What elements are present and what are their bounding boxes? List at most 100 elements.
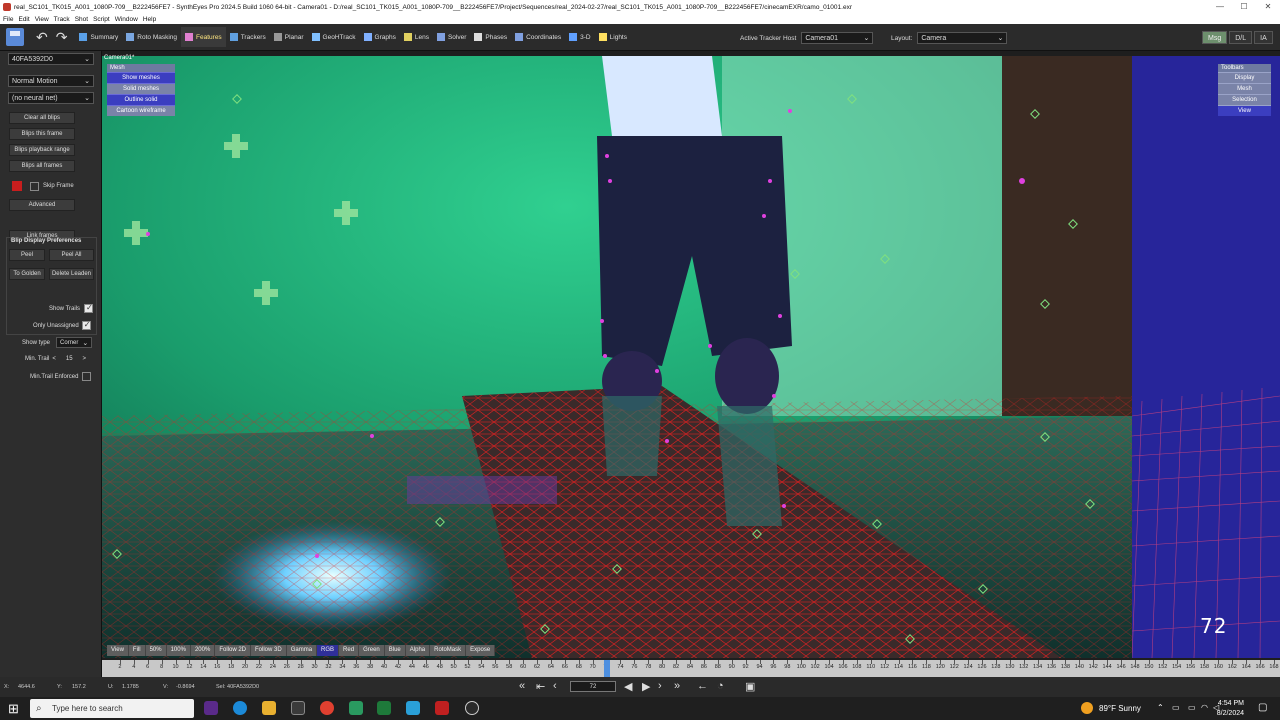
min-trail-decrement[interactable]: < — [52, 356, 56, 362]
excel-icon[interactable] — [377, 701, 391, 715]
edge-icon[interactable] — [233, 701, 247, 715]
view-option-alpha[interactable]: Alpha — [405, 645, 431, 656]
menu-window[interactable]: Window — [115, 16, 138, 23]
neural-net-select[interactable]: (no neural net) ⌄ — [8, 92, 94, 104]
clear-all-blips-button[interactable]: Clear all blips — [9, 112, 75, 124]
menu-view[interactable]: View — [35, 16, 49, 23]
motion-select[interactable]: Normal Motion ⌄ — [8, 75, 94, 87]
layout-select[interactable]: Camera ⌄ — [917, 32, 1008, 44]
current-frame-field[interactable]: 72 — [570, 681, 616, 692]
view-option-100-[interactable]: 100% — [166, 645, 191, 656]
toolbar-planar-button[interactable]: Planar — [270, 27, 308, 47]
marker-icon[interactable]: ▣ — [745, 680, 755, 693]
redo-icon[interactable]: ↷ — [56, 29, 68, 46]
toolbar-graphs-button[interactable]: Graphs — [360, 27, 400, 47]
prev-key-icon[interactable]: ‹ — [553, 680, 557, 692]
view-option-200-[interactable]: 200% — [190, 645, 216, 656]
menu-edit[interactable]: Edit — [18, 16, 29, 23]
min-trail-value[interactable]: 15 — [66, 356, 73, 362]
play-forward-icon[interactable]: ▶ — [642, 680, 650, 693]
blips-this-frame-button[interactable]: Blips this frame — [9, 128, 75, 140]
clock-icon[interactable]: ◔ — [717, 680, 724, 692]
min-trail-increment[interactable]: > — [83, 356, 87, 362]
ia-toggle[interactable]: IA — [1254, 31, 1273, 44]
toolbar-coordinates-button[interactable]: Coordinates — [511, 27, 565, 47]
undo-icon[interactable]: ↶ — [36, 29, 48, 46]
blips-playback-range-button[interactable]: Blips playback range — [9, 144, 75, 156]
only-unassigned-checkbox[interactable] — [81, 320, 91, 330]
toolbar-geohtrack-button[interactable]: GeoHTrack — [308, 27, 360, 47]
toolbar-3-d-button[interactable]: 3-D — [565, 27, 594, 47]
toolbar-solver-button[interactable]: Solver — [433, 27, 470, 47]
show-type-select[interactable]: Corner ⌄ — [56, 337, 93, 348]
menu-help[interactable]: Help — [143, 16, 156, 23]
skip-frame-color-swatch[interactable] — [12, 181, 22, 191]
view-item[interactable]: View — [1218, 105, 1271, 116]
close-button[interactable]: ✕ — [1256, 0, 1280, 14]
active-tracker-select[interactable]: Camera01 ⌄ — [801, 32, 874, 44]
maximize-button[interactable]: ☐ — [1232, 0, 1256, 14]
back-arrow-icon[interactable]: ← — [697, 680, 708, 692]
menu-track[interactable]: Track — [54, 16, 70, 23]
clock-date[interactable]: 8/2/2024 — [1210, 710, 1244, 717]
taskbar-search-box[interactable]: ⌕ Type here to search — [30, 699, 194, 718]
toolbar-phases-button[interactable]: Phases — [470, 27, 511, 47]
network-icon[interactable]: ▭ — [1188, 703, 1196, 712]
view-option-fill[interactable]: Fill — [128, 645, 146, 656]
file-explorer-icon[interactable] — [262, 701, 276, 715]
min-trail-enforced-checkbox[interactable] — [82, 372, 92, 381]
wifi-icon[interactable]: ◠ — [1201, 703, 1208, 712]
code-editor-icon[interactable] — [406, 701, 420, 715]
first-frame-icon[interactable]: ⇤ — [536, 680, 545, 693]
play-backward-icon[interactable]: ◀ — [624, 680, 632, 693]
tray-app-icon[interactable]: ▭ — [1172, 703, 1180, 712]
view-option-follow-2d[interactable]: Follow 2D — [215, 645, 251, 656]
save-icon[interactable] — [6, 28, 24, 46]
toolbar-lights-button[interactable]: Lights — [595, 27, 631, 47]
copilot-icon[interactable] — [204, 701, 218, 715]
minimize-button[interactable]: — — [1208, 0, 1232, 14]
dl-toggle[interactable]: D/L — [1229, 31, 1253, 44]
camera-viewport[interactable] — [102, 56, 1132, 658]
toolbar-roto-masking-button[interactable]: Roto Masking — [122, 27, 181, 47]
skip-frame-checkbox[interactable] — [30, 181, 39, 191]
view-option-50-[interactable]: 50% — [145, 645, 167, 656]
show-meshes-item[interactable]: Show meshes — [107, 72, 175, 83]
display-item[interactable]: Display — [1218, 72, 1271, 83]
cartoon-wireframe-item[interactable]: Cartoon wireframe — [107, 105, 175, 116]
chrome-icon[interactable] — [320, 701, 334, 715]
view-option-follow-3d[interactable]: Follow 3D — [251, 645, 287, 656]
toolbar-features-button[interactable]: Features — [181, 27, 226, 47]
store-icon[interactable] — [291, 701, 305, 715]
menu-shot[interactable]: Shot — [75, 16, 88, 23]
rewind-icon[interactable]: « — [519, 680, 525, 692]
outline-solid-item[interactable]: Outline solid — [107, 94, 175, 105]
notification-icon[interactable]: ▢ — [1258, 702, 1267, 713]
timeline-playhead[interactable] — [603, 660, 610, 677]
timeline[interactable]: 2 4 6 8 10 12 14 16 18 20 22 24 26 28 30 32 34 36 38 40 42 44… — [102, 660, 1280, 677]
toolbar-lens-button[interactable]: Lens — [400, 27, 433, 47]
next-key-icon[interactable]: › — [658, 680, 662, 692]
msg-toggle[interactable]: Msg — [1202, 31, 1228, 44]
view-option-red[interactable]: Red — [339, 645, 360, 656]
menu-file[interactable]: File — [3, 16, 13, 23]
show-trails-checkbox[interactable] — [84, 303, 94, 313]
solid-meshes-item[interactable]: Solid meshes — [107, 83, 175, 94]
toolbar-summary-button[interactable]: Summary — [75, 27, 122, 47]
view-option-gamma[interactable]: Gamma — [286, 645, 318, 656]
object-select[interactable]: 40FA5392D0 ⌄ — [8, 53, 94, 65]
selection-item[interactable]: Selection — [1218, 94, 1271, 105]
view-option-view[interactable]: View — [107, 645, 129, 656]
view-option-green[interactable]: Green — [359, 645, 385, 656]
side-3d-view[interactable] — [1132, 56, 1280, 658]
network-app-icon[interactable] — [349, 701, 363, 715]
view-option-rgb[interactable]: RGB — [317, 645, 340, 656]
view-option-rotomask[interactable]: RotoMask — [430, 645, 467, 656]
toolbar-trackers-button[interactable]: Trackers — [226, 27, 270, 47]
mesh-item[interactable]: Mesh — [1218, 83, 1271, 94]
weather-text[interactable]: 89°F Sunny — [1099, 704, 1141, 713]
obs-icon[interactable] — [465, 701, 479, 715]
menu-script[interactable]: Script — [93, 16, 110, 23]
clock-time[interactable]: 4:54 PM — [1216, 700, 1244, 707]
windows-start-icon[interactable]: ⊞ — [8, 701, 19, 717]
